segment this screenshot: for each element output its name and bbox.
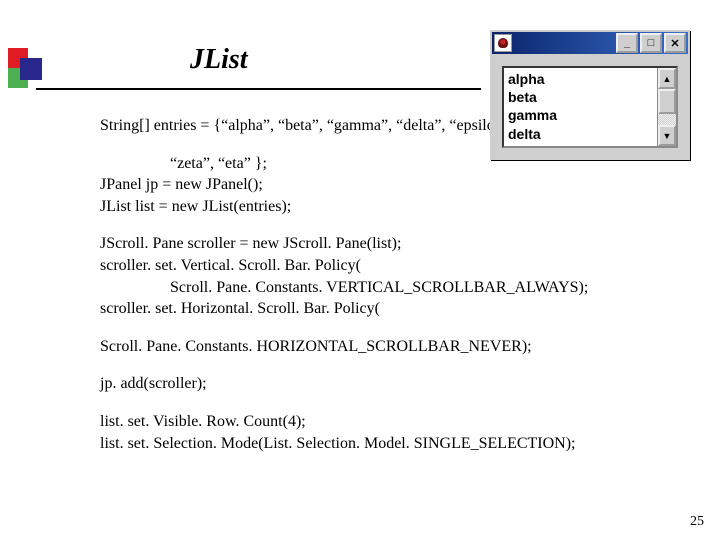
- code-line: list. set. Visible. Row. Count(4);: [100, 411, 700, 433]
- scroll-thumb[interactable]: [658, 89, 676, 114]
- title-underline: [36, 88, 481, 90]
- list-item[interactable]: alpha: [508, 70, 653, 88]
- code-line: scroller. set. Horizontal. Scroll. Bar. …: [100, 298, 700, 320]
- code-line: JPanel jp = new JPanel();: [100, 174, 700, 196]
- list-item[interactable]: delta: [508, 125, 653, 143]
- jlist-items[interactable]: alpha beta gamma delta: [504, 68, 657, 146]
- window-body: alpha beta gamma delta ▲ ▼: [490, 54, 690, 160]
- page-number: 25: [690, 514, 704, 530]
- minimize-button[interactable]: _: [616, 33, 638, 53]
- code-line: JList list = new JList(entries);: [100, 196, 700, 218]
- list-item[interactable]: beta: [508, 88, 653, 106]
- close-button[interactable]: ✕: [664, 33, 686, 53]
- code-line: Scroll. Pane. Constants. VERTICAL_SCROLL…: [100, 277, 700, 299]
- java-cup-icon: [494, 34, 512, 52]
- jlist-component[interactable]: alpha beta gamma delta ▲ ▼: [502, 66, 678, 148]
- scroll-down-button[interactable]: ▼: [658, 125, 676, 146]
- code-line: jp. add(scroller);: [100, 373, 700, 395]
- code-block: String[] entries = {“alpha”, “beta”, “ga…: [100, 115, 700, 454]
- java-window: _ □ ✕ alpha beta gamma delta ▲ ▼: [490, 30, 690, 160]
- list-item[interactable]: gamma: [508, 106, 653, 124]
- code-line: scroller. set. Vertical. Scroll. Bar. Po…: [100, 255, 700, 277]
- scroll-up-button[interactable]: ▲: [658, 68, 676, 89]
- code-line: JScroll. Pane scroller = new JScroll. Pa…: [100, 233, 700, 255]
- scroll-track[interactable]: [658, 89, 676, 125]
- slide-title-area: JList: [0, 30, 480, 90]
- code-line: list. set. Selection. Mode(List. Selecti…: [100, 433, 700, 455]
- slide-title: JList: [190, 44, 248, 76]
- code-line: Scroll. Pane. Constants. HORIZONTAL_SCRO…: [100, 336, 700, 358]
- vertical-scrollbar[interactable]: ▲ ▼: [657, 68, 676, 146]
- maximize-button[interactable]: □: [640, 33, 662, 53]
- logo-blue-square: [20, 58, 42, 80]
- window-titlebar[interactable]: _ □ ✕: [490, 30, 690, 54]
